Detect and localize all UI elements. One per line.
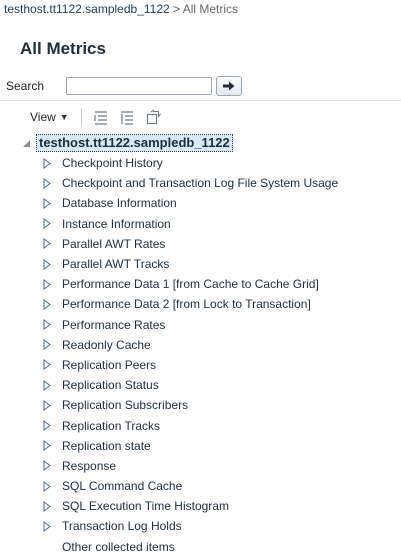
- collapsed-triangle-icon[interactable]: [42, 238, 52, 250]
- view-menu-button[interactable]: View ▼: [30, 110, 69, 124]
- collapse-all-icon[interactable]: [118, 108, 136, 126]
- toolbar-separator: [80, 108, 82, 126]
- tree-node-label[interactable]: Performance Rates: [62, 318, 165, 332]
- tree-node-label[interactable]: Replication state: [62, 439, 151, 453]
- tree-node[interactable]: Database Information: [42, 193, 400, 213]
- search-input[interactable]: [66, 77, 212, 95]
- tree-node[interactable]: Response: [42, 456, 400, 476]
- search-row: Search: [6, 75, 242, 97]
- collapsed-triangle-icon[interactable]: [42, 197, 52, 209]
- collapsed-triangle-icon[interactable]: [42, 177, 52, 189]
- tree-node[interactable]: Replication Status: [42, 375, 400, 395]
- tree-node-label[interactable]: Readonly Cache: [62, 338, 151, 352]
- collapsed-triangle-icon[interactable]: [42, 500, 52, 512]
- tree-node[interactable]: Replication Subscribers: [42, 395, 400, 415]
- tree-node-label[interactable]: Response: [62, 459, 116, 473]
- tree-node[interactable]: Performance Rates: [42, 315, 400, 335]
- tree-node-label[interactable]: SQL Execution Time Histogram: [62, 499, 229, 513]
- tree-node[interactable]: Performance Data 1 [from Cache to Cache …: [42, 274, 400, 294]
- tree-toolbar: View ▼: [30, 106, 170, 128]
- breadcrumb: testhost.tt1122.sampledb_1122 > All Metr…: [4, 2, 238, 16]
- collapsed-triangle-icon[interactable]: [42, 420, 52, 432]
- collapsed-triangle-icon[interactable]: [42, 520, 52, 532]
- tree-node[interactable]: Checkpoint and Transaction Log File Syst…: [42, 173, 400, 193]
- tree-node-label[interactable]: Replication Status: [62, 378, 159, 392]
- tree-node[interactable]: Replication state: [42, 436, 400, 456]
- tree-node-label[interactable]: Transaction Log Holds: [62, 519, 182, 533]
- tree-node-label[interactable]: Performance Data 2 [from Lock to Transac…: [62, 297, 311, 311]
- collapsed-triangle-icon[interactable]: [42, 399, 52, 411]
- breadcrumb-current: All Metrics: [182, 2, 239, 16]
- collapsed-triangle-icon[interactable]: [42, 218, 52, 230]
- tree-node[interactable]: Replication Peers: [42, 355, 400, 375]
- tree-leaf-node[interactable]: Other collected items: [42, 537, 400, 557]
- tree-node-label[interactable]: Parallel AWT Tracks: [62, 257, 169, 271]
- collapsed-triangle-icon[interactable]: [42, 319, 52, 331]
- collapsed-triangle-icon[interactable]: [42, 460, 52, 472]
- tree-node[interactable]: Parallel AWT Rates: [42, 234, 400, 254]
- tree-node[interactable]: Parallel AWT Tracks: [42, 254, 400, 274]
- collapsed-triangle-icon[interactable]: [42, 379, 52, 391]
- tree-node-label[interactable]: Replication Peers: [62, 358, 156, 372]
- breadcrumb-target-link[interactable]: testhost.tt1122.sampledb_1122: [4, 2, 170, 16]
- tree-node-list: Checkpoint History Checkpoint and Transac…: [20, 153, 400, 557]
- search-go-button[interactable]: [216, 76, 242, 96]
- collapsed-triangle-icon[interactable]: [42, 298, 52, 310]
- tree-root-label[interactable]: testhost.tt1122.sampledb_1122: [36, 134, 233, 152]
- tree-node-label[interactable]: Instance Information: [62, 217, 171, 231]
- collapsed-triangle-icon[interactable]: [42, 339, 52, 351]
- expanded-triangle-icon[interactable]: [20, 137, 32, 149]
- tree-node-label[interactable]: SQL Command Cache: [62, 479, 182, 493]
- breadcrumb-separator: >: [173, 2, 181, 16]
- tree-node-label[interactable]: Replication Subscribers: [62, 398, 188, 412]
- tree-node[interactable]: SQL Execution Time Histogram: [42, 496, 400, 516]
- collapsed-triangle-icon[interactable]: [42, 440, 52, 452]
- tree-node[interactable]: Performance Data 2 [from Lock to Transac…: [42, 294, 400, 314]
- page-title: All Metrics: [20, 39, 106, 58]
- arrow-right-icon: [223, 81, 235, 91]
- tree-root-row[interactable]: testhost.tt1122.sampledb_1122: [20, 133, 400, 153]
- metrics-tree: testhost.tt1122.sampledb_1122 Checkpoint…: [20, 133, 400, 557]
- tree-node-label[interactable]: Performance Data 1 [from Cache to Cache …: [62, 277, 319, 291]
- tree-node[interactable]: Instance Information: [42, 214, 400, 234]
- view-menu-label: View: [30, 110, 56, 124]
- tree-node[interactable]: Readonly Cache: [42, 335, 400, 355]
- tree-node[interactable]: Transaction Log Holds: [42, 516, 400, 536]
- tree-node-label[interactable]: Checkpoint and Transaction Log File Syst…: [62, 176, 338, 190]
- collapsed-triangle-icon[interactable]: [42, 359, 52, 371]
- chevron-down-icon: ▼: [59, 112, 69, 122]
- tree-node-label[interactable]: Replication Tracks: [62, 419, 160, 433]
- tree-node[interactable]: SQL Command Cache: [42, 476, 400, 496]
- collapsed-triangle-icon[interactable]: [42, 278, 52, 290]
- tree-node-label[interactable]: Parallel AWT Rates: [62, 237, 165, 251]
- collapsed-triangle-icon[interactable]: [42, 157, 52, 169]
- tree-node-label[interactable]: Database Information: [62, 196, 177, 210]
- collapsed-triangle-icon[interactable]: [42, 480, 52, 492]
- detach-icon[interactable]: [144, 108, 162, 126]
- tree-leaf-label[interactable]: Other collected items: [62, 540, 175, 554]
- collapsed-triangle-icon[interactable]: [42, 258, 52, 270]
- expand-all-icon[interactable]: [92, 108, 110, 126]
- tree-node[interactable]: Replication Tracks: [42, 415, 400, 435]
- toolbar-divider: [0, 100, 401, 101]
- search-label: Search: [6, 79, 45, 93]
- tree-node[interactable]: Checkpoint History: [42, 153, 400, 173]
- tree-node-label[interactable]: Checkpoint History: [62, 156, 163, 170]
